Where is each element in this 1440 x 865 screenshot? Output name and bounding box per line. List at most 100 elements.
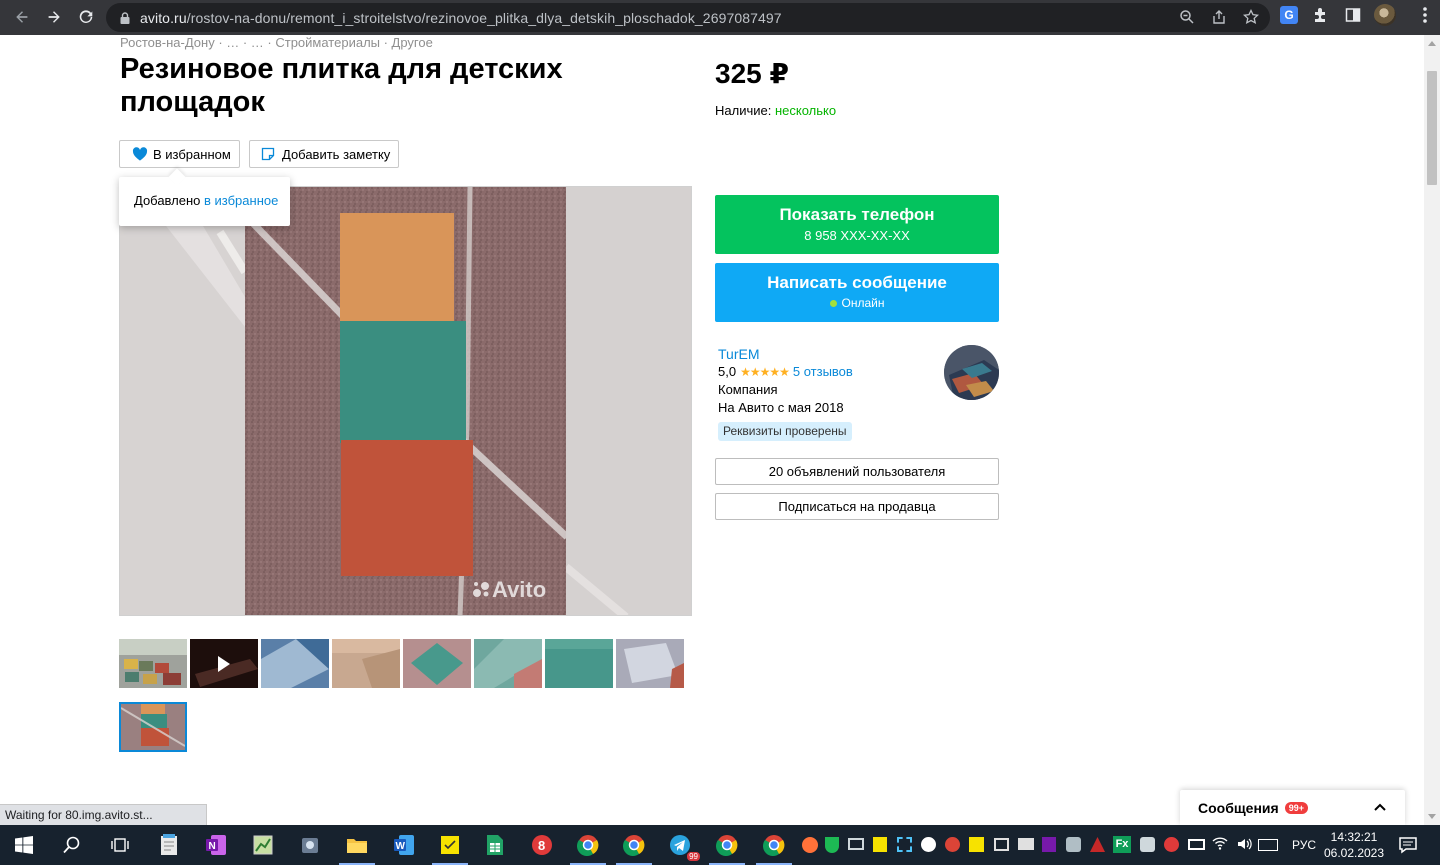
word-app-icon[interactable]: W: [392, 833, 416, 857]
bookmark-star-icon[interactable]: [1242, 8, 1260, 26]
share-icon[interactable]: [1210, 8, 1228, 26]
extensions-puzzle-icon[interactable]: [1310, 4, 1332, 26]
security-app-icon[interactable]: 8: [530, 833, 554, 857]
note-tray-icon[interactable]: [873, 837, 887, 852]
address-bar[interactable]: avito.ru/rostov-na-donu/remont_i_stroite…: [106, 3, 1270, 32]
mail-tray-icon[interactable]: [1018, 838, 1034, 850]
monitor-tray-icon[interactable]: [848, 838, 864, 850]
sticky-notes-icon[interactable]: [432, 833, 468, 865]
firefox-tray-icon[interactable]: [802, 837, 818, 853]
thumbnail-selected[interactable]: [119, 702, 187, 752]
tool-app-icon[interactable]: [298, 833, 322, 857]
add-note-label: Добавить заметку: [282, 146, 391, 162]
add-note-button[interactable]: Добавить заметку: [249, 140, 399, 168]
phone-number-masked: 8 958 XXX-XX-XX: [804, 228, 910, 243]
antivirus-tray-icon[interactable]: [1140, 837, 1155, 852]
breadcrumb[interactable]: Ростов-на-Дону · … · … · Стройматериалы …: [120, 35, 433, 50]
scroll-up-icon[interactable]: [1428, 41, 1436, 46]
side-panel-icon[interactable]: [1342, 4, 1364, 26]
window-tray-icon[interactable]: [994, 838, 1009, 851]
thumbnail-5[interactable]: [403, 639, 471, 688]
reload-icon[interactable]: [70, 1, 102, 33]
clock-time: 14:32:21: [1330, 830, 1378, 844]
seller-name[interactable]: TurEM: [718, 345, 853, 363]
onenote-tray-icon[interactable]: [1042, 837, 1056, 852]
zoom-icon[interactable]: [1178, 8, 1196, 26]
telegram-icon[interactable]: 99: [668, 833, 700, 861]
messages-label: Сообщения: [1198, 799, 1279, 816]
chrome-profile-3-icon[interactable]: [709, 833, 745, 865]
forward-icon[interactable]: [38, 1, 70, 33]
thumbnail-6[interactable]: [474, 639, 542, 688]
write-message-button[interactable]: Написать сообщение Онлайн: [715, 263, 999, 322]
telegram-badge: 99: [687, 852, 700, 861]
thumbnail-video[interactable]: [190, 639, 258, 688]
seller-since: На Авито с мая 2018: [718, 400, 844, 415]
windows-taskbar: N W 8 99 Fx РУС 14:32:21 06.02.2023: [0, 825, 1440, 865]
language-indicator[interactable]: РУС: [1292, 838, 1316, 852]
security-tray-icon[interactable]: [1164, 837, 1179, 852]
user-listings-button[interactable]: 20 объявлений пользователя: [715, 458, 999, 485]
photo-blur-left: [120, 187, 249, 615]
back-icon[interactable]: [6, 1, 38, 33]
check-tray-icon[interactable]: [969, 837, 984, 852]
thumbnail-3[interactable]: [261, 639, 329, 688]
main-photo[interactable]: Avito: [119, 186, 692, 616]
battery-tray-icon[interactable]: [1188, 839, 1205, 850]
thumbnail-1[interactable]: [119, 639, 187, 688]
photo-blur-right: [563, 187, 691, 615]
scroll-down-icon[interactable]: [1428, 814, 1436, 819]
file-explorer-icon[interactable]: [339, 833, 375, 865]
app-tray-icon[interactable]: [1090, 837, 1105, 852]
verified-badge: Реквизиты проверены: [718, 422, 852, 441]
onenote-app-icon[interactable]: N: [204, 833, 228, 857]
avito-logo-icon: [473, 582, 489, 597]
windows-start-icon[interactable]: [12, 833, 36, 857]
task-view-icon[interactable]: [108, 833, 132, 857]
wifi-tray-icon[interactable]: [1212, 835, 1228, 854]
menu-kebab-icon[interactable]: [1414, 4, 1436, 26]
chevron-up-icon[interactable]: [1373, 800, 1387, 814]
thumbnail-7[interactable]: [545, 639, 613, 688]
price: 325 ₽: [715, 58, 789, 89]
search-icon[interactable]: [60, 833, 84, 857]
fx-tray-icon[interactable]: Fx: [1113, 836, 1131, 853]
lock-icon[interactable]: [118, 11, 132, 25]
page-scrollbar[interactable]: [1424, 35, 1440, 825]
chrome-tray-icon[interactable]: [945, 837, 960, 852]
snip-tray-icon[interactable]: [897, 837, 912, 852]
chrome-profile-1-icon[interactable]: [570, 833, 606, 865]
notepad-app-icon[interactable]: [157, 833, 181, 857]
chrome-profile-2-icon[interactable]: [616, 833, 652, 865]
notifications-icon[interactable]: [1396, 833, 1420, 857]
clock-date: 06.02.2023: [1323, 846, 1385, 860]
tool-tray-icon[interactable]: [1066, 837, 1081, 852]
messages-widget[interactable]: Сообщения 99+: [1180, 790, 1405, 825]
translate-extension-icon[interactable]: G: [1278, 4, 1300, 26]
write-message-label: Написать сообщение: [767, 273, 947, 292]
keyboard-tray-icon[interactable]: [1258, 839, 1278, 851]
subscribe-seller-button[interactable]: Подписаться на продавца: [715, 493, 999, 520]
browser-status-bubble: Waiting for 80.img.avito.st...: [0, 804, 207, 825]
seller-avatar[interactable]: [944, 345, 999, 400]
seller-reviews-link[interactable]: 5 отзывов: [793, 364, 853, 379]
thumbnail-8[interactable]: [616, 639, 684, 688]
seller-info: TurEM 5,0 ★★★★★ 5 отзывов Компания На Авит…: [718, 345, 853, 441]
thumbnail-4[interactable]: [332, 639, 400, 688]
skype-tray-icon[interactable]: [921, 837, 936, 852]
chrome-profile-4-icon[interactable]: [756, 833, 792, 865]
online-dot-icon: [829, 299, 837, 307]
tooltip-favorites-link[interactable]: в избранное: [204, 193, 278, 208]
shield-tray-icon[interactable]: [825, 837, 839, 853]
scrollbar-thumb[interactable]: [1427, 71, 1437, 185]
avito-watermark: Avito: [472, 577, 546, 603]
taskbar-clock[interactable]: 14:32:21 06.02.2023: [1322, 829, 1386, 861]
favorite-button[interactable]: В избранном: [119, 140, 240, 168]
show-phone-label: Показать телефон: [779, 205, 935, 224]
spreadsheet-app-icon[interactable]: [483, 833, 507, 857]
chart-app-icon[interactable]: [251, 833, 275, 857]
volume-tray-icon[interactable]: [1236, 836, 1252, 855]
show-phone-button[interactable]: Показать телефон 8 958 XXX-XX-XX: [715, 195, 999, 254]
profile-avatar[interactable]: [1374, 4, 1396, 26]
url-text[interactable]: avito.ru/rostov-na-donu/remont_i_stroite…: [140, 10, 782, 26]
